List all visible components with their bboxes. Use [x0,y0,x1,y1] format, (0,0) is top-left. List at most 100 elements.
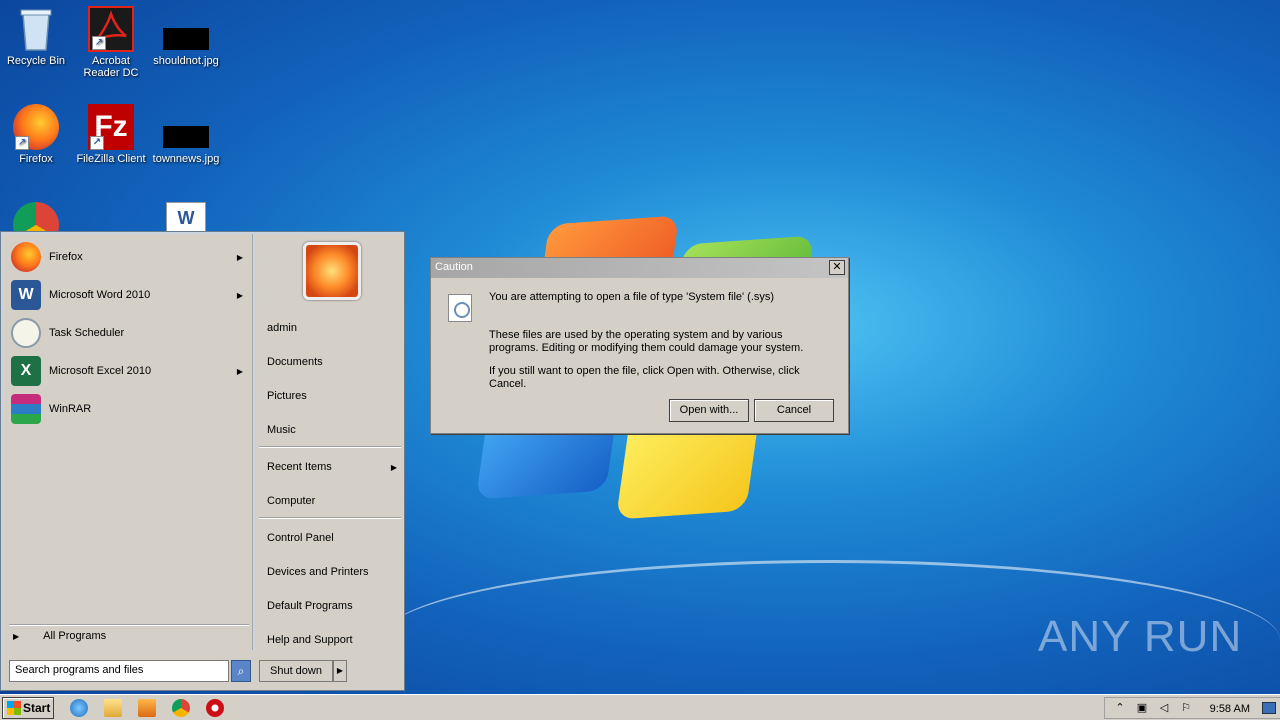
places-item-computer[interactable]: Computer [267,489,401,513]
shutdown-button[interactable]: Shut down [259,660,333,682]
places-item-help-support[interactable]: Help and Support [267,628,401,652]
all-programs-button[interactable]: ▶ All Programs [13,630,106,642]
start-menu-bottom-bar: Search programs and files ⌕ Shut down ▶ [3,650,403,690]
desktop-icon-label: Recycle Bin [6,55,66,67]
program-item-word[interactable]: W Microsoft Word 2010 ▶ [11,278,251,312]
dialog-message-instructions: If you still want to open the file, clic… [489,365,800,390]
places-item-music[interactable]: Music [267,418,401,442]
submenu-arrow-icon: ▶ [390,462,397,472]
places-item-pictures[interactable]: Pictures [267,384,401,408]
image-file-icon [163,104,209,150]
desktop-icon-filezilla[interactable]: Fz ↗ FileZilla Client [73,104,149,165]
desktop-icon-label: Firefox [19,153,53,165]
start-label: Start [23,701,51,715]
search-icon[interactable]: ⌕ [231,660,251,682]
places-label: Help and Support [267,634,353,646]
windows-logo-icon [7,701,21,715]
places-label: Default Programs [267,600,353,612]
submenu-arrow-icon: ▶ [236,366,243,376]
start-menu-places-pane: admin Documents Pictures Music Recent It… [255,234,403,650]
dialog-message-warning: These files are used by the operating sy… [489,329,804,354]
excel-icon: X [11,356,41,386]
folder-icon[interactable] [104,699,122,717]
word-icon: W [11,280,41,310]
program-label: Task Scheduler [49,327,125,339]
program-item-firefox[interactable]: Firefox ▶ [11,240,251,274]
system-tray: ⌃ ▣ ◁ ⚐ 9:58 AM [1104,697,1280,719]
dialog-titlebar[interactable]: Caution ✕ [431,258,848,278]
close-icon[interactable]: ✕ [829,260,845,275]
media-player-icon[interactable] [138,699,156,717]
desktop-icon-acrobat[interactable]: ↗ Acrobat Reader DC [73,6,149,79]
places-item-recent-items[interactable]: Recent Items ▶ [267,455,401,479]
program-label: WinRAR [49,403,92,415]
shortcut-arrow-icon: ↗ [90,136,104,150]
firefox-icon: ↗ [13,104,59,150]
anyrun-watermark: ANY RUN [1038,612,1243,661]
places-label: Pictures [267,390,307,402]
places-label: admin [267,322,297,334]
start-menu-programs-pane: Firefox ▶ W Microsoft Word 2010 ▶ Task S… [3,234,253,650]
program-label: Firefox [49,251,83,263]
opera-icon[interactable] [206,699,224,717]
places-label: Recent Items [267,461,332,473]
desktop-icon-shouldnot[interactable]: shouldnot.jpg [148,6,224,67]
places-label: Control Panel [267,532,334,544]
filezilla-icon: Fz ↗ [88,104,134,150]
desktop-icon-recycle-bin[interactable]: Recycle Bin [0,6,74,67]
system-file-icon [448,294,472,322]
user-avatar[interactable] [303,242,361,300]
caution-dialog: Caution ✕ You are attempting to open a f… [430,257,849,434]
dialog-title: Caution [435,261,473,273]
shutdown-options-arrow-icon[interactable]: ▶ [333,660,347,682]
open-with-button[interactable]: Open with... [669,399,749,422]
internet-explorer-icon[interactable] [70,699,88,717]
taskbar: Start ⌃ ▣ ◁ ⚐ 9:58 AM [0,694,1280,720]
desktop-icon-label: Acrobat Reader DC [83,55,139,79]
search-input[interactable]: Search programs and files [9,660,229,682]
places-item-default-programs[interactable]: Default Programs [267,594,401,618]
places-label: Documents [267,356,323,368]
image-file-icon [163,6,209,52]
program-label: Microsoft Word 2010 [49,289,151,301]
program-item-excel[interactable]: X Microsoft Excel 2010 ▶ [11,354,251,388]
shortcut-arrow-icon: ↗ [15,136,29,150]
places-item-documents[interactable]: Documents [267,350,401,374]
places-label: Computer [267,495,316,507]
separator [259,517,401,519]
chrome-icon[interactable] [172,699,190,717]
program-item-winrar[interactable]: WinRAR [11,392,251,426]
show-desktop-icon[interactable] [1262,702,1276,714]
start-button[interactable]: Start [2,697,54,719]
desktop-icon-townnews[interactable]: townnews.jpg [148,104,224,165]
places-label: Music [267,424,296,436]
network-icon[interactable]: ▣ [1135,701,1149,715]
desktop-icon-label: FileZilla Client [76,153,146,165]
expand-arrow-icon: ▶ [13,631,20,641]
winrar-icon [11,394,41,424]
cancel-button[interactable]: Cancel [754,399,834,422]
places-label: Devices and Printers [267,566,369,578]
desktop-icon-firefox[interactable]: ↗ Firefox [0,104,74,165]
volume-icon[interactable]: ◁ [1157,701,1171,715]
shortcut-arrow-icon: ↗ [92,36,106,50]
places-item-control-panel[interactable]: Control Panel [267,526,401,550]
start-menu: Firefox ▶ W Microsoft Word 2010 ▶ Task S… [0,231,405,691]
all-programs-label: All Programs [43,630,107,642]
clock-icon [11,318,41,348]
desktop-icon-label: townnews.jpg [152,153,220,165]
action-center-flag-icon[interactable]: ⚐ [1179,701,1193,715]
submenu-arrow-icon: ▶ [236,290,243,300]
dialog-message-filetype: You are attempting to open a file of typ… [489,291,775,303]
firefox-icon [11,242,41,272]
submenu-arrow-icon: ▶ [236,252,243,262]
separator [9,624,249,626]
program-item-task-scheduler[interactable]: Task Scheduler [11,316,251,350]
desktop-icon-label: shouldnot.jpg [153,55,219,67]
clock[interactable]: 9:58 AM [1210,703,1250,715]
acrobat-icon: ↗ [88,6,134,52]
places-item-devices-printers[interactable]: Devices and Printers [267,560,401,584]
places-item-user[interactable]: admin [267,316,401,340]
separator [259,446,401,448]
show-hidden-icons-chevron-icon[interactable]: ⌃ [1113,701,1127,715]
